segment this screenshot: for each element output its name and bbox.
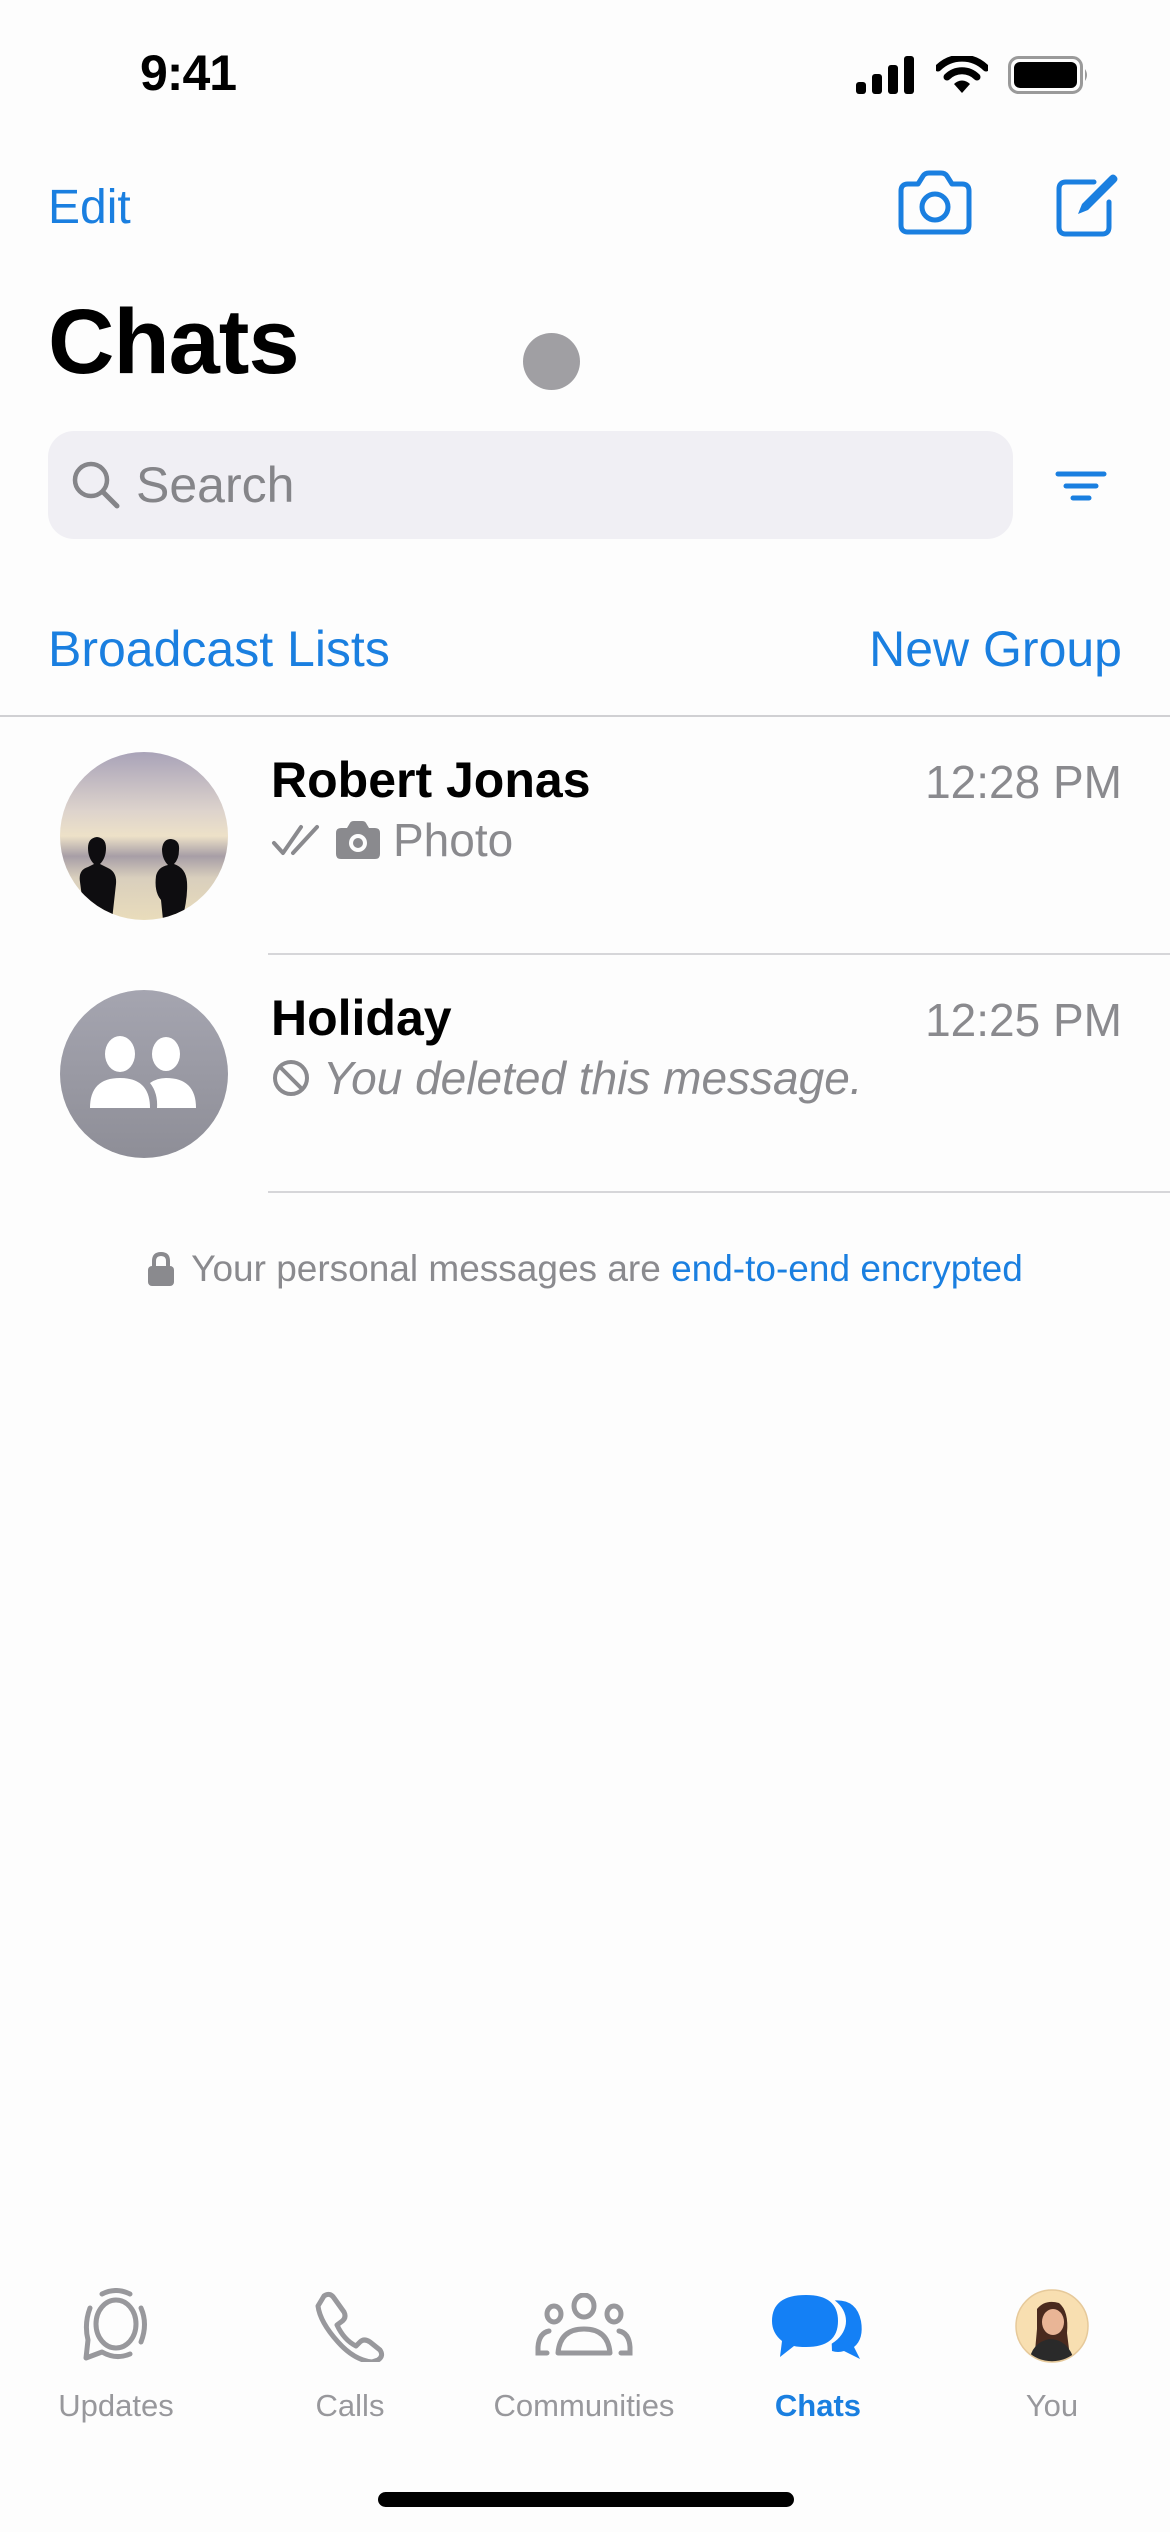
camera-icon <box>898 170 972 235</box>
chat-time: 12:28 PM <box>925 756 1122 808</box>
updates-icon <box>83 2288 147 2361</box>
encryption-text: Your personal messages are <box>191 1248 661 1289</box>
chats-icon <box>770 2292 862 2359</box>
search-bar[interactable] <box>48 431 1013 539</box>
phone-icon <box>315 2291 385 2362</box>
home-indicator[interactable] <box>378 2492 794 2507</box>
chat-name: Robert Jonas <box>271 752 591 808</box>
avatar-photo <box>60 752 228 920</box>
compose-icon <box>1056 174 1118 237</box>
new-group-link[interactable]: New Group <box>869 620 1122 678</box>
status-bar: 9:41 <box>0 0 1170 150</box>
nav-bar: Edit <box>0 170 1170 250</box>
chat-preview: Photo <box>271 813 513 867</box>
avatar <box>60 990 228 1158</box>
chat-row[interactable]: Holiday 12:25 PM You deleted this messag… <box>0 955 1170 1193</box>
chat-name: Holiday <box>271 990 452 1046</box>
lock-icon <box>148 1251 175 1286</box>
tab-calls[interactable]: Calls <box>240 2280 460 2424</box>
communities-icon <box>535 2293 633 2356</box>
tab-updates[interactable]: Updates <box>6 2280 226 2424</box>
preview-text: You deleted this message. <box>323 1052 863 1104</box>
avatar <box>60 752 228 920</box>
wifi-icon <box>936 56 988 93</box>
status-time: 9:41 <box>140 45 237 101</box>
camera-button[interactable] <box>898 170 972 240</box>
preview-text: Photo <box>393 814 514 866</box>
profile-avatar <box>1015 2289 1089 2363</box>
chat-time: 12:25 PM <box>925 994 1122 1046</box>
tab-label: Updates <box>58 2388 174 2423</box>
tab-you[interactable]: You <box>942 2280 1162 2424</box>
tab-label: You <box>1025 2388 1079 2423</box>
encryption-link[interactable]: end-to-end encrypted <box>671 1248 1023 1289</box>
tab-label: Chats <box>774 2388 862 2423</box>
edit-button[interactable]: Edit <box>48 180 131 235</box>
tab-label: Communities <box>493 2388 675 2423</box>
group-placeholder-icon <box>60 990 228 1158</box>
tab-bar: Updates Calls Communities Chats You <box>0 2280 1170 2430</box>
tab-communities[interactable]: Communities <box>474 2280 694 2424</box>
deleted-icon <box>273 1060 309 1096</box>
tab-label: Calls <box>315 2388 385 2423</box>
broadcast-lists-link[interactable]: Broadcast Lists <box>48 620 390 678</box>
tab-chats[interactable]: Chats <box>708 2280 928 2424</box>
touch-indicator <box>523 333 580 390</box>
status-icons <box>856 56 1090 94</box>
battery-icon <box>1008 56 1087 94</box>
search-input[interactable] <box>136 456 956 514</box>
encryption-notice: Your personal messages are end-to-end en… <box>0 1248 1170 1290</box>
chat-row[interactable]: Robert Jonas 12:28 PM Photo <box>0 717 1170 955</box>
camera-icon <box>336 821 380 859</box>
divider <box>268 1191 1170 1193</box>
cellular-signal-icon <box>856 56 914 94</box>
compose-button[interactable] <box>1054 170 1124 240</box>
search-icon <box>72 461 120 509</box>
filter-icon <box>1055 471 1107 501</box>
double-check-icon <box>272 825 319 855</box>
chat-preview: You deleted this message. <box>271 1051 863 1105</box>
list-actions: Broadcast Lists New Group <box>0 620 1170 700</box>
filter-button[interactable] <box>1055 470 1107 506</box>
page-title: Chats <box>48 291 300 393</box>
